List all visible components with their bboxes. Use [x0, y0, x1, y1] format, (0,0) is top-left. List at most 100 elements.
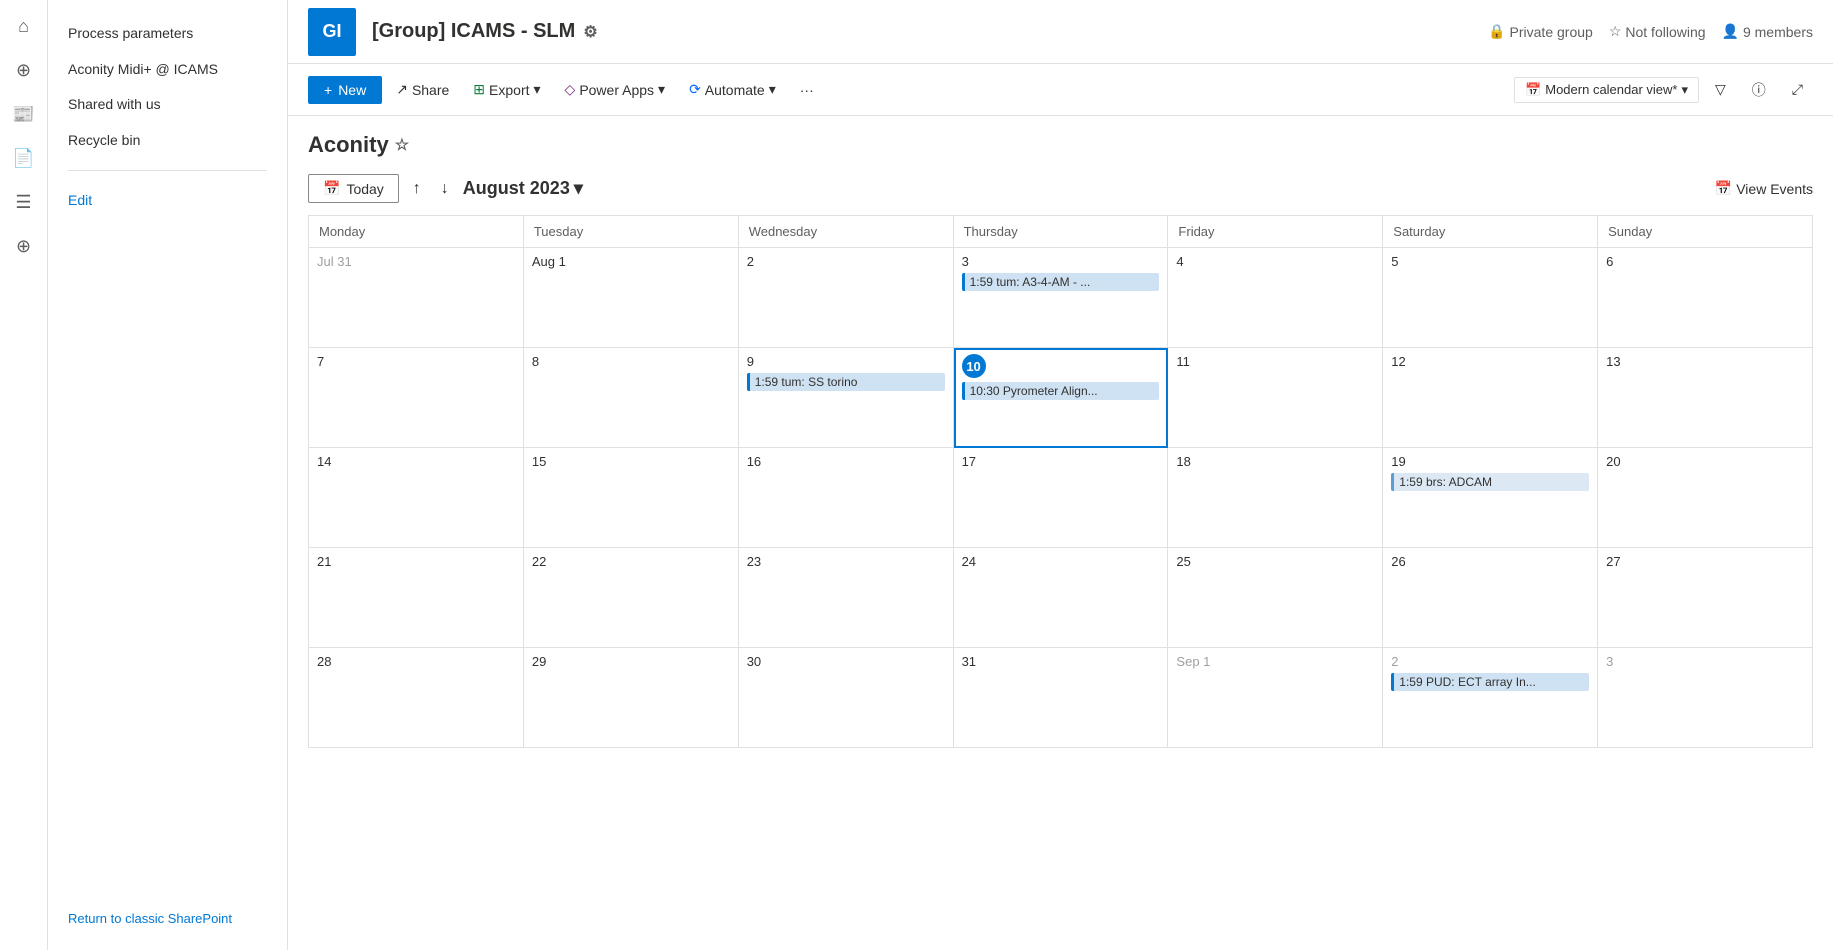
info-icon: ⓘ [1752, 80, 1766, 100]
more-button[interactable]: ··· [790, 76, 824, 104]
calendar-cell[interactable]: 20 [1598, 448, 1813, 548]
sidebar-item-process-parameters[interactable]: Process parameters [48, 16, 287, 52]
day-header-thursday: Thursday [954, 216, 1169, 248]
calendar-cell[interactable]: 23 [739, 548, 954, 648]
calendar-cell[interactable]: 29 [524, 648, 739, 748]
calendar-cell[interactable]: 12 [1383, 348, 1598, 448]
view-events-label: View Events [1736, 181, 1813, 197]
news-icon[interactable]: 📰 [6, 96, 42, 132]
calendar-event[interactable]: 1:59 brs: ADCAM [1391, 473, 1589, 491]
calendar-cell[interactable]: 27 [1598, 548, 1813, 648]
calendar-cell[interactable]: 8 [524, 348, 739, 448]
home-icon[interactable]: ⌂ [6, 8, 42, 44]
privacy-label: Private group [1510, 24, 1593, 40]
month-title[interactable]: August 2023 ▾ [463, 178, 583, 199]
calendar-cell[interactable]: 15 [524, 448, 739, 548]
sidebar: Process parameters Aconity Midi+ @ ICAMS… [48, 0, 288, 950]
calendar-cell[interactable]: 3 [1598, 648, 1813, 748]
cell-date: 20 [1606, 454, 1804, 469]
classic-sharepoint-link[interactable]: Return to classic SharePoint [68, 911, 232, 926]
powerapps-button[interactable]: ◇ Power Apps ▾ [555, 75, 676, 104]
calendar-cell[interactable]: 91:59 tum: SS torino [739, 348, 954, 448]
pages-icon[interactable]: 📄 [6, 140, 42, 176]
calendar-cell[interactable]: 4 [1168, 248, 1383, 348]
calendar-cell[interactable]: 5 [1383, 248, 1598, 348]
follow-label: Not following [1625, 24, 1705, 40]
calendar-cell[interactable]: 30 [739, 648, 954, 748]
top-header: GI [Group] ICAMS - SLM ⚙ 🔒 Private group… [288, 0, 1833, 64]
add-icon[interactable]: ⊕ [6, 228, 42, 264]
fullscreen-button[interactable]: ⤢ [1782, 75, 1813, 104]
cell-date: 28 [317, 654, 515, 669]
calendar-cell[interactable]: Jul 31 [309, 248, 524, 348]
members-button[interactable]: 👤 9 members [1722, 23, 1813, 40]
calendar-cell[interactable]: 7 [309, 348, 524, 448]
calendar-cell[interactable]: 28 [309, 648, 524, 748]
calendar-cell[interactable]: 31:59 tum: A3-4-AM - ... [954, 248, 1169, 348]
calendar-cell[interactable]: 24 [954, 548, 1169, 648]
calendar-favorite-icon[interactable]: ☆ [395, 135, 409, 155]
filter-icon: ▽ [1715, 81, 1726, 98]
new-label: New [338, 82, 366, 98]
calendar-event[interactable]: 1:59 tum: SS torino [747, 373, 945, 391]
calendar-cell[interactable]: 21 [309, 548, 524, 648]
new-button[interactable]: + New [308, 76, 382, 104]
export-button[interactable]: ⊞ Export ▾ [463, 75, 550, 104]
calendar-cell[interactable]: Aug 1 [524, 248, 739, 348]
calendar-cell[interactable]: 18 [1168, 448, 1383, 548]
calendar-cell[interactable]: 21:59 PUD: ECT array In... [1383, 648, 1598, 748]
group-title-text: [Group] ICAMS - SLM [372, 20, 575, 43]
cell-date: 22 [532, 554, 730, 569]
calendar-event[interactable]: 1:59 PUD: ECT array In... [1391, 673, 1589, 691]
cell-date: 8 [532, 354, 730, 369]
cell-date: 24 [962, 554, 1160, 569]
calendar-header-row: Aconity ☆ [308, 132, 1813, 158]
toolbar: + New ↗ Share ⊞ Export ▾ ◇ Power Apps ▾ … [288, 64, 1833, 116]
share-button[interactable]: ↗ Share [386, 75, 459, 104]
share-icon: ↗ [396, 81, 408, 98]
follow-button[interactable]: ☆ Not following [1609, 23, 1706, 40]
calendar-cell[interactable]: 13 [1598, 348, 1813, 448]
sidebar-item-aconity-midi[interactable]: Aconity Midi+ @ ICAMS [48, 52, 287, 88]
plus-icon: + [324, 82, 332, 98]
calendar-cell[interactable]: 16 [739, 448, 954, 548]
calendar-cell[interactable]: 22 [524, 548, 739, 648]
lists-icon[interactable]: ☰ [6, 184, 42, 220]
next-month-button[interactable]: ↓ [435, 176, 455, 202]
automate-button[interactable]: ⟳ Automate ▾ [679, 75, 786, 104]
sites-icon[interactable]: ⊕ [6, 52, 42, 88]
calendar-title-text: Aconity [308, 132, 389, 158]
info-button[interactable]: ⓘ [1742, 74, 1776, 106]
calendar-event[interactable]: 10:30 Pyrometer Align... [962, 382, 1160, 400]
settings-icon[interactable]: ⚙ [583, 22, 597, 42]
view-selector[interactable]: 📅 Modern calendar view* ▾ [1514, 77, 1699, 103]
day-header-friday: Friday [1168, 216, 1383, 248]
calendar-cell[interactable]: 191:59 brs: ADCAM [1383, 448, 1598, 548]
cell-date: 25 [1176, 554, 1374, 569]
prev-month-button[interactable]: ↑ [407, 176, 427, 202]
cell-date: 26 [1391, 554, 1589, 569]
cell-date: 23 [747, 554, 945, 569]
calendar-cell[interactable]: Sep 1 [1168, 648, 1383, 748]
calendar-cell[interactable]: 26 [1383, 548, 1598, 648]
calendar-cell[interactable]: 1010:30 Pyrometer Align... [954, 348, 1169, 448]
sidebar-divider [68, 170, 267, 171]
sidebar-bottom: Return to classic SharePoint [48, 902, 287, 934]
calendar-cell[interactable]: 17 [954, 448, 1169, 548]
calendar-cell[interactable]: 14 [309, 448, 524, 548]
export-label: Export [489, 82, 529, 98]
view-events-button[interactable]: 📅 View Events [1715, 180, 1813, 197]
calendar-cell[interactable]: 25 [1168, 548, 1383, 648]
calendar-event[interactable]: 1:59 tum: A3-4-AM - ... [962, 273, 1160, 291]
calendar-cell[interactable]: 31 [954, 648, 1169, 748]
filter-button[interactable]: ▽ [1705, 75, 1736, 104]
calendar-cell[interactable]: 6 [1598, 248, 1813, 348]
today-button[interactable]: 📅 Today [308, 174, 399, 203]
sidebar-item-edit[interactable]: Edit [48, 183, 287, 219]
sidebar-item-recycle-bin[interactable]: Recycle bin [48, 123, 287, 159]
calendar-cell[interactable]: 11 [1168, 348, 1383, 448]
cell-date: 3 [1606, 654, 1804, 669]
cell-date: 21 [317, 554, 515, 569]
calendar-cell[interactable]: 2 [739, 248, 954, 348]
sidebar-item-shared-with-us[interactable]: Shared with us [48, 87, 287, 123]
